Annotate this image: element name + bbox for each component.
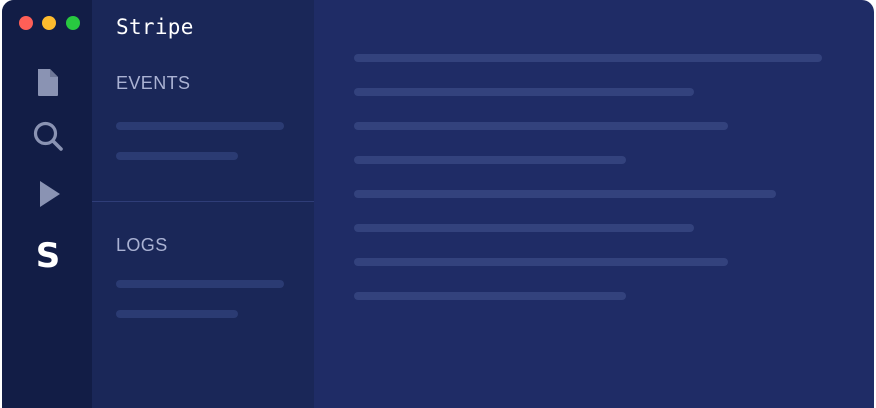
- content-line-placeholder: [354, 190, 776, 198]
- content-line-placeholder: [354, 258, 728, 266]
- content-line-placeholder: [354, 292, 626, 300]
- zoom-window-button[interactable]: [66, 16, 80, 30]
- logs-section-title[interactable]: LOGS: [116, 235, 168, 256]
- close-window-button[interactable]: [19, 16, 33, 30]
- content-line-placeholder: [354, 224, 694, 232]
- section-divider: [92, 201, 314, 202]
- events-section-title[interactable]: EVENTS: [116, 73, 190, 94]
- content-line-placeholder: [354, 156, 626, 164]
- search-icon[interactable]: [32, 120, 64, 152]
- app-window: S Stripe EVENTS LOGS: [2, 0, 874, 408]
- run-icon[interactable]: [32, 178, 64, 210]
- content-line-placeholder: [354, 122, 728, 130]
- file-icon[interactable]: [32, 66, 64, 98]
- log-item-placeholder[interactable]: [116, 280, 284, 288]
- editor-pane: [314, 0, 874, 408]
- minimize-window-button[interactable]: [42, 16, 56, 30]
- sidebar: Stripe EVENTS LOGS: [92, 0, 314, 408]
- event-item-placeholder[interactable]: [116, 152, 238, 160]
- sidebar-title: Stripe: [116, 15, 194, 39]
- event-item-placeholder[interactable]: [116, 122, 284, 130]
- content-line-placeholder: [354, 54, 822, 62]
- activity-bar: S: [2, 0, 92, 408]
- content-line-placeholder: [354, 88, 694, 96]
- stripe-icon[interactable]: S: [32, 236, 64, 276]
- log-item-placeholder[interactable]: [116, 310, 238, 318]
